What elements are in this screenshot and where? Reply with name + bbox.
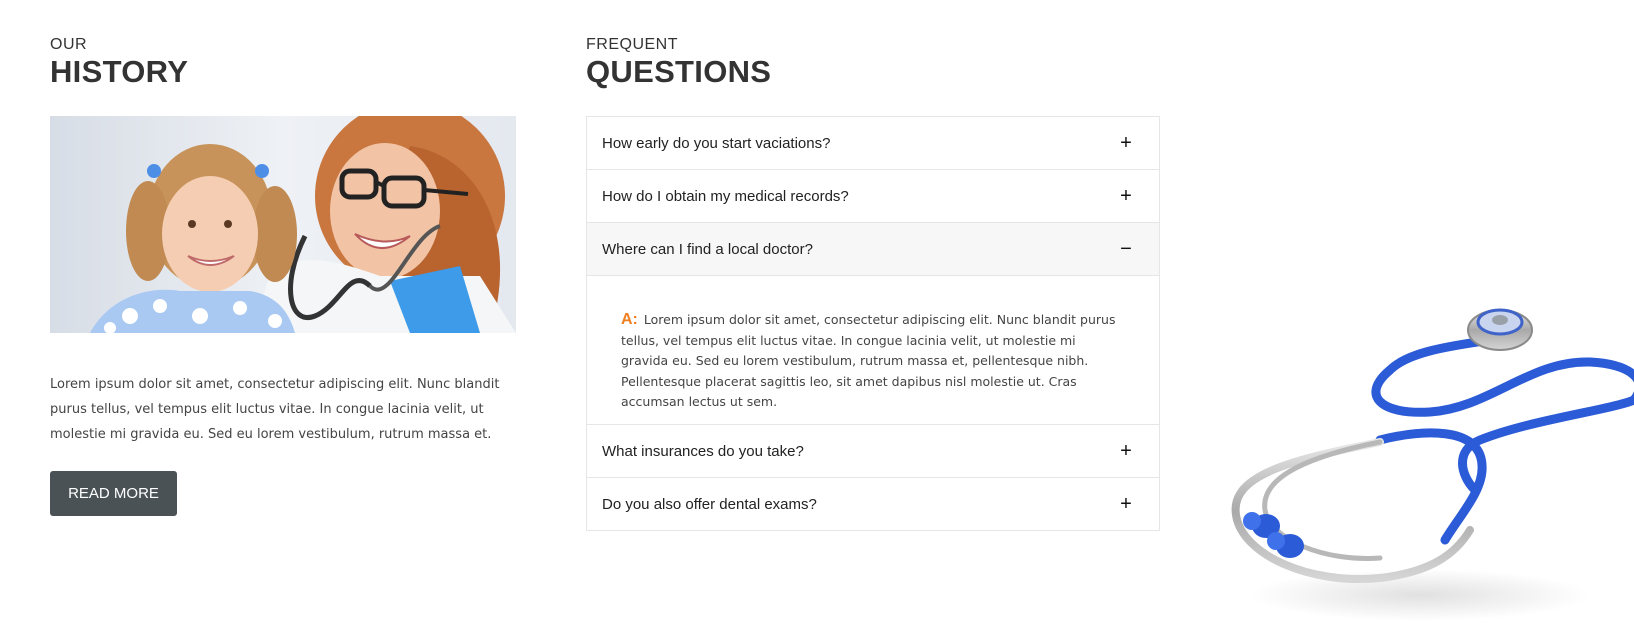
faq-answer: Lorem ipsum dolor sit amet, consectetur …	[621, 312, 1116, 409]
faq-question: How do I obtain my medical records?	[602, 187, 849, 205]
history-title: HISTORY	[50, 54, 189, 89]
faq-item: How early do you start vaciations? +	[587, 117, 1159, 169]
faq-item: How do I obtain my medical records? +	[587, 169, 1159, 222]
plus-icon[interactable]: +	[1119, 186, 1133, 206]
plus-icon[interactable]: +	[1119, 494, 1133, 514]
minus-icon[interactable]: −	[1119, 239, 1133, 259]
answer-prefix: A:	[621, 311, 638, 328]
faq-kicker: FREQUENT	[586, 36, 678, 53]
faq-question: Where can I find a local doctor?	[602, 240, 813, 258]
faq-item-open: Where can I find a local doctor? − A: Lor…	[587, 222, 1159, 424]
history-kicker: OUR	[50, 36, 88, 53]
faq-title: QUESTIONS	[586, 54, 772, 89]
read-more-button[interactable]: READ MORE	[50, 471, 177, 516]
history-section: OUR HISTORY Lorem ipsum dolor sit amet, …	[50, 36, 516, 516]
faq-question-header[interactable]: How do I obtain my medical records? +	[587, 170, 1159, 222]
faq-question-header[interactable]: Do you also offer dental exams? +	[587, 478, 1159, 530]
plus-icon[interactable]: +	[1119, 133, 1133, 153]
faq-question: How early do you start vaciations?	[602, 134, 831, 152]
faq-question-header[interactable]: How early do you start vaciations? +	[587, 117, 1159, 169]
faq-question: What insurances do you take?	[602, 442, 804, 460]
faq-answer-panel: A: Lorem ipsum dolor sit amet, consectetu…	[587, 275, 1159, 424]
faq-section: FREQUENT QUESTIONS How early do you star…	[586, 36, 1160, 531]
plus-icon[interactable]: +	[1119, 441, 1133, 461]
stethoscope-illustration	[1231, 308, 1634, 621]
doctor-and-child-image	[50, 116, 516, 333]
faq-question-header[interactable]: Where can I find a local doctor? −	[587, 223, 1159, 275]
faq-question: Do you also offer dental exams?	[602, 495, 817, 513]
history-photo	[50, 116, 516, 333]
faq-item: Do you also offer dental exams? +	[587, 477, 1159, 530]
faq-item: What insurances do you take? +	[587, 424, 1159, 477]
faq-accordion: How early do you start vaciations? + How…	[586, 116, 1160, 531]
history-text: Lorem ipsum dolor sit amet, consectetur …	[50, 377, 500, 442]
faq-question-header[interactable]: What insurances do you take? +	[587, 425, 1159, 477]
